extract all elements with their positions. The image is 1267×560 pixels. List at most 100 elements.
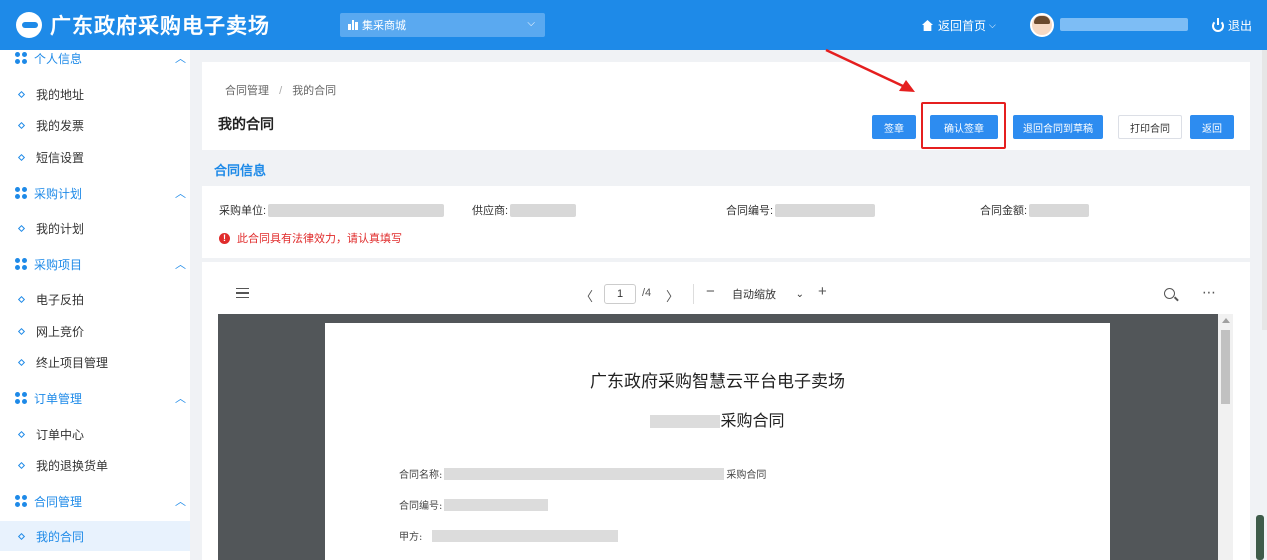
- zoom-in-icon[interactable]: +: [818, 283, 827, 300]
- breadcrumb-item-contracts[interactable]: 合同管理: [225, 85, 269, 97]
- doc-field-label: 合同名称:: [399, 470, 443, 481]
- subtitle-redacted: [650, 415, 721, 428]
- search-icon[interactable]: [1164, 288, 1175, 299]
- back-button[interactable]: 返回: [1190, 115, 1234, 139]
- buyer-label: 采购单位:: [219, 205, 267, 217]
- sidebar-group-contracts[interactable]: 合同管理 ︿: [0, 488, 190, 514]
- next-page-icon[interactable]: 〉: [666, 286, 679, 305]
- sidebar-item-my-plan[interactable]: 我的计划: [0, 213, 190, 243]
- doc-field-suffix: 采购合同: [726, 470, 767, 481]
- mall-select-value: 集采商城: [362, 20, 406, 32]
- sidebar-item-label: 短信设置: [36, 150, 85, 165]
- sidebar-item-label: 电子反拍: [36, 292, 85, 307]
- doc-field-value-redacted: [432, 529, 619, 542]
- site-title: 广东政府采购电子卖场: [50, 13, 270, 38]
- sidebar-group-label: 个人信息: [34, 51, 83, 66]
- diamond-icon: [17, 121, 26, 129]
- diamond-icon: [17, 224, 26, 232]
- diamond-icon: [17, 90, 26, 98]
- sidebar-group-orders[interactable]: 订单管理 ︿: [0, 385, 190, 411]
- sidebar-item-online-bidding[interactable]: 网上竞价: [0, 316, 190, 346]
- sidebar-group-project[interactable]: 采购项目 ︿: [0, 251, 190, 277]
- confirm-sign-button[interactable]: 确认签章: [930, 115, 998, 139]
- chevron-up-icon: ︿: [175, 53, 186, 65]
- logout-button[interactable]: 退出: [1212, 17, 1252, 34]
- page-header-card: 合同管理 / 我的合同 我的合同 签章 确认签章 退回合同到草稿 打印合同 返回: [202, 62, 1250, 150]
- grid-icon: [15, 187, 27, 199]
- return-to-draft-button[interactable]: 退回合同到草稿: [1013, 115, 1103, 139]
- home-link[interactable]: 返回首页 ⌵: [922, 17, 996, 34]
- supplier-field: 供应商:: [472, 202, 577, 218]
- sidebar-item-label: 终止项目管理: [36, 355, 109, 370]
- doc-field-label: 甲方:: [399, 532, 423, 543]
- sidebar-item-my-contracts[interactable]: 我的合同: [0, 521, 190, 551]
- bar-chart-icon: [348, 20, 358, 30]
- document-subtitle: 采购合同: [325, 407, 1110, 431]
- section-title-contract-info: 合同信息: [214, 163, 267, 178]
- exclamation-icon: !: [219, 232, 230, 244]
- chevron-up-icon: ︿: [175, 188, 186, 200]
- chevron-down-icon: ⌵: [989, 20, 996, 30]
- contract-number-field: 合同编号:: [726, 202, 876, 218]
- contract-number-redacted: [775, 203, 876, 217]
- username-redacted[interactable]: [1060, 18, 1188, 31]
- previous-page-icon[interactable]: 〈: [580, 286, 593, 305]
- toolbar-divider: [693, 284, 694, 304]
- diamond-icon: [17, 532, 26, 540]
- zoom-select[interactable]: 自动缩放 ⌄: [730, 285, 806, 303]
- contract-amount-label: 合同金额:: [980, 205, 1028, 217]
- doc-field-label: 合同编号:: [399, 501, 443, 512]
- home-icon: [922, 20, 933, 31]
- sidebar-item-reverse-auction[interactable]: 电子反拍: [0, 284, 190, 314]
- pdf-page: 广东政府采购智慧云平台电子卖场 采购合同 合同名称: 采购合同 合同编号: 甲方…: [325, 323, 1110, 560]
- sidebar-item-returns[interactable]: 我的退换货单: [0, 450, 190, 480]
- page-title: 我的合同: [218, 116, 274, 132]
- doc-field-value-redacted: [444, 467, 725, 480]
- sidebar-item-invoice[interactable]: 我的发票: [0, 110, 190, 140]
- page-number-input[interactable]: 1: [604, 284, 636, 304]
- page-scrollbar-track[interactable]: [1262, 50, 1267, 330]
- sidebar-item-label: 订单中心: [36, 427, 85, 442]
- sidebar-item-address[interactable]: 我的地址: [0, 79, 190, 109]
- sidebar-item-order-center[interactable]: 订单中心: [0, 419, 190, 449]
- buyer-field: 采购单位:: [219, 202, 445, 218]
- sidebar-toggle-icon[interactable]: [236, 288, 249, 298]
- buyer-value-redacted: [268, 203, 445, 217]
- page-scrollbar-thumb[interactable]: [1256, 515, 1264, 560]
- grid-icon: [15, 495, 27, 507]
- sign-button[interactable]: 签章: [872, 115, 916, 139]
- mall-select[interactable]: 集采商城 ⌵: [340, 13, 545, 37]
- zoom-out-icon[interactable]: −: [706, 283, 715, 300]
- chevron-down-icon: ⌵: [527, 18, 535, 29]
- chevron-down-icon: ⌄: [795, 288, 804, 300]
- pdf-scrollbar-thumb[interactable]: [1221, 330, 1230, 404]
- diamond-icon: [17, 358, 26, 366]
- zoom-select-value: 自动缩放: [732, 289, 776, 301]
- more-options-icon[interactable]: ⋯: [1202, 284, 1217, 301]
- sidebar-group-label: 订单管理: [34, 391, 83, 406]
- contract-amount-field: 合同金额:: [980, 202, 1090, 218]
- pdf-scrollbar[interactable]: [1218, 314, 1233, 560]
- avatar[interactable]: [1030, 13, 1054, 37]
- sidebar-item-sms[interactable]: 短信设置: [0, 142, 190, 172]
- scroll-up-icon[interactable]: [1222, 318, 1230, 323]
- supplier-value-redacted: [510, 203, 577, 217]
- site-logo[interactable]: 广东政府采购电子卖场: [16, 10, 270, 40]
- pdf-document-area[interactable]: 广东政府采购智慧云平台电子卖场 采购合同 合同名称: 采购合同 合同编号: 甲方…: [218, 314, 1233, 560]
- breadcrumb-item-my-contracts: 我的合同: [292, 85, 337, 97]
- breadcrumb-separator: /: [279, 85, 283, 97]
- sidebar-item-label: 网上竞价: [36, 324, 85, 339]
- logo-icon: [16, 12, 42, 38]
- doc-field-value-redacted: [444, 498, 549, 511]
- diamond-icon: [17, 295, 26, 303]
- sidebar-group-personal[interactable]: 个人信息 ︿: [0, 50, 190, 71]
- sidebar: 个人信息 ︿ 我的地址 我的发票 短信设置 采购计划 ︿ 我的计划 采购项目 ︿…: [0, 50, 190, 560]
- sidebar-group-plan[interactable]: 采购计划 ︿: [0, 180, 190, 206]
- pdf-toolbar: 〈 1 /4 〉 − 自动缩放 ⌄ + ⋯: [202, 262, 1250, 314]
- sidebar-item-label: 我的退换货单: [36, 458, 109, 473]
- sidebar-item-terminated-projects[interactable]: 终止项目管理: [0, 347, 190, 377]
- print-contract-button[interactable]: 打印合同: [1118, 115, 1182, 139]
- diamond-icon: [17, 461, 26, 469]
- grid-icon: [15, 52, 27, 64]
- sidebar-item-label: 我的地址: [36, 87, 85, 102]
